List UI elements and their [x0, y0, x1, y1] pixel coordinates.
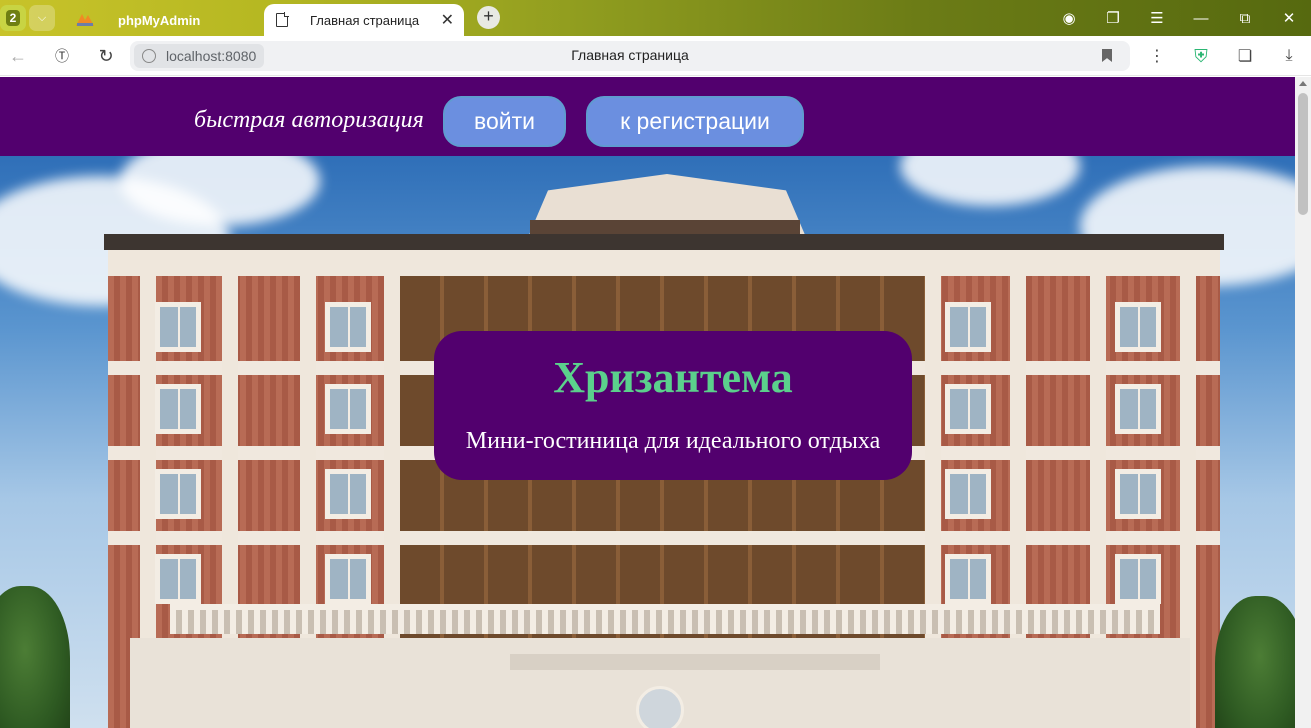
- quick-auth-label: быстрая авторизация: [194, 107, 424, 133]
- window-controls: ◉ ❐ ☰ — ⧉ ✕: [1047, 0, 1311, 36]
- page-scrollbar[interactable]: [1295, 77, 1311, 728]
- download-icon[interactable]: ⤓: [1267, 47, 1311, 65]
- reload-icon[interactable]: ↻: [94, 44, 118, 68]
- hotel-tagline: Мини-гостиница для идеального отдыха: [465, 428, 881, 454]
- tab-title: phpMyAdmin: [118, 12, 201, 28]
- tab-phpmyadmin[interactable]: phpMyAdmin: [60, 4, 260, 36]
- building-balcony: [170, 604, 1160, 634]
- tab-count: 2: [5, 10, 21, 26]
- scroll-up-icon[interactable]: [1299, 81, 1307, 86]
- yandex-icon[interactable]: Ⓣ: [50, 44, 74, 68]
- toolbar-right: ⋮ ⛨ ❏ ⤓: [1135, 36, 1311, 76]
- site-header: быстрая авторизация войти к регистрации: [0, 77, 1295, 156]
- omnibox-page-title: Главная страница: [571, 47, 689, 63]
- profile-icon[interactable]: ◉: [1047, 9, 1091, 27]
- browser-tab-strip: 2 ⌵ phpMyAdmin Главная страница ✕ + ◉ ❐ …: [0, 0, 1311, 36]
- register-button[interactable]: к регистрации: [586, 96, 804, 147]
- tab-title: Главная страница: [310, 12, 420, 28]
- login-button[interactable]: войти: [443, 96, 566, 147]
- minimize-icon[interactable]: —: [1179, 10, 1223, 27]
- tab-main-page[interactable]: Главная страница ✕: [264, 4, 464, 36]
- address-bar: ← Ⓣ ↻ localhost:8080 Главная страница ⋮ …: [0, 36, 1311, 76]
- tab-counter-button[interactable]: 2: [0, 5, 26, 31]
- menu-icon[interactable]: ☰: [1135, 9, 1179, 27]
- chevron-down-icon: ⌵: [37, 11, 47, 24]
- phpmyadmin-icon: [74, 12, 96, 28]
- document-icon: [276, 12, 289, 27]
- scrollbar-thumb[interactable]: [1298, 93, 1308, 215]
- close-tab-icon[interactable]: ✕: [441, 10, 454, 30]
- hotel-name: Хризантема: [553, 353, 793, 402]
- collections-icon[interactable]: ❐: [1091, 9, 1135, 27]
- hotel-title-card: Хризантема Мини-гостиница для идеального…: [434, 331, 912, 480]
- tabs-dropdown-button[interactable]: ⌵: [29, 5, 55, 31]
- new-tab-button[interactable]: +: [477, 6, 500, 29]
- back-arrow-icon[interactable]: ←: [6, 44, 30, 68]
- omnibox[interactable]: localhost:8080 Главная страница: [130, 41, 1130, 71]
- close-window-icon[interactable]: ✕: [1267, 9, 1311, 27]
- restore-icon[interactable]: ⧉: [1223, 10, 1267, 27]
- extensions-icon[interactable]: ❏: [1223, 46, 1267, 66]
- more-options-icon[interactable]: ⋮: [1135, 46, 1179, 66]
- page-viewport: быстрая авторизация войти к регистрации: [0, 77, 1295, 728]
- protect-shield-icon[interactable]: ⛨: [1179, 46, 1223, 67]
- building-clock: [636, 686, 684, 728]
